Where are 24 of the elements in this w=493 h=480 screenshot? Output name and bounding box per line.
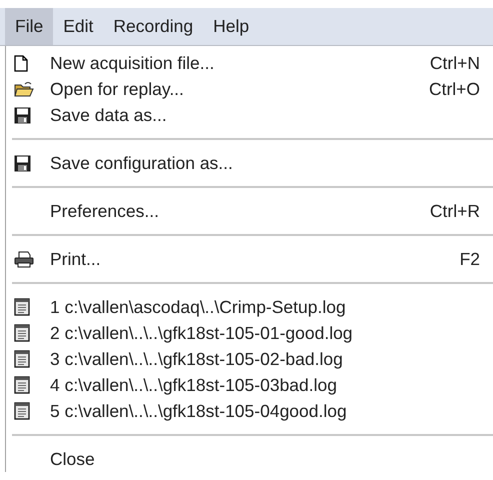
menu-item[interactable]: 2 c:\vallen\..\..\gfk18st-105-01-good.log (6, 320, 493, 346)
menu-title[interactable]: Help (203, 8, 260, 45)
menu-item[interactable]: 3 c:\vallen\..\..\gfk18st-105-02-bad.log (6, 346, 493, 372)
menu-item[interactable]: Preferences... Ctrl+R (6, 198, 493, 224)
menu-title[interactable]: Recording (103, 8, 204, 45)
menu-item[interactable]: Save data as... (6, 102, 493, 128)
folder-icon (14, 80, 34, 98)
menu-item[interactable]: 4 c:\vallen\..\..\gfk18st-105-03bad.log (6, 372, 493, 398)
notepad-icon (14, 402, 30, 420)
printer-icon (14, 250, 34, 268)
menu-item[interactable]: Open for replay... Ctrl+O (6, 76, 493, 102)
menu-item[interactable]: Print... F2 (6, 246, 493, 272)
menu-item[interactable]: New acquisition file... Ctrl+N (6, 50, 493, 76)
page-icon (14, 54, 28, 72)
menu-item[interactable]: Close (6, 446, 493, 472)
notepad-icon (14, 298, 30, 316)
notepad-icon (14, 376, 30, 394)
menu-item[interactable]: Save configuration as... (6, 150, 493, 176)
notepad-icon (14, 324, 30, 342)
menu-item[interactable]: 1 c:\vallen\ascodaq\..\Crimp-Setup.log (6, 294, 493, 320)
notepad-icon (14, 350, 30, 368)
menu-item[interactable]: 5 c:\vallen\..\..\gfk18st-105-04good.log (6, 398, 493, 424)
menu-title[interactable]: Edit (53, 8, 104, 45)
menu-title[interactable]: File (5, 8, 54, 45)
